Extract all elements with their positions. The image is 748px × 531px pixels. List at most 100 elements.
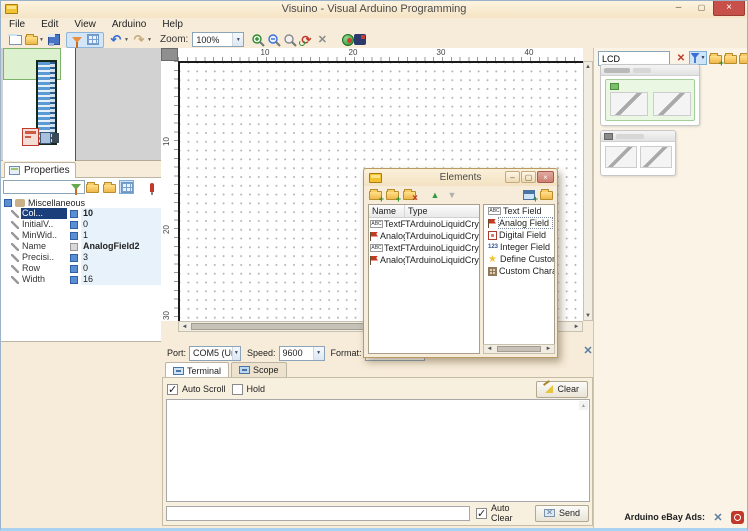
dialog-maximize-button[interactable]: ▢ xyxy=(521,171,536,183)
delete-icon[interactable] xyxy=(314,33,330,47)
auto-scroll-checkbox[interactable] xyxy=(167,384,178,395)
tab-scope[interactable]: Scope xyxy=(231,362,287,377)
property-category[interactable]: Miscellaneous xyxy=(1,197,161,208)
dialog-minimize-button[interactable]: – xyxy=(505,171,520,183)
element-row[interactable]: TextField1 TArduinoLiquidCrystal... xyxy=(369,218,479,230)
property-row[interactable]: MinWid.. 1 xyxy=(1,230,161,241)
scroll-down-icon[interactable]: ▼ xyxy=(583,311,594,320)
canvas-vertical-scrollbar[interactable]: ▲ ▼ xyxy=(583,61,593,321)
palette-item-selected[interactable]: Analog Field xyxy=(484,217,554,229)
scroll-right-icon[interactable]: ► xyxy=(543,345,554,354)
component-thumbnail[interactable] xyxy=(653,92,691,116)
auto-clear-checkbox[interactable] xyxy=(476,508,487,519)
menu-arduino[interactable]: Arduino xyxy=(104,19,154,30)
clear-search-icon[interactable] xyxy=(674,51,688,65)
column-type[interactable]: Type xyxy=(405,205,479,217)
filter-toggle-icon[interactable] xyxy=(69,33,85,47)
palette-item[interactable]: Text Field xyxy=(484,205,554,217)
column-name[interactable]: Name xyxy=(369,205,405,217)
scroll-up-icon[interactable]: ▲ xyxy=(583,62,594,71)
category-expander-icon[interactable] xyxy=(4,199,12,207)
scroll-left-icon[interactable]: ◄ xyxy=(179,322,190,331)
component-card-lcd[interactable] xyxy=(600,64,700,126)
speed-combobox[interactable]: 9600 ▼ xyxy=(279,346,325,361)
undo-icon[interactable] xyxy=(108,33,124,47)
palette-horizontal-scrollbar[interactable]: ◄ ► xyxy=(483,344,555,354)
property-row[interactable]: Row 0 xyxy=(1,263,161,274)
delete-element-icon[interactable] xyxy=(402,188,416,201)
ads-settings-icon[interactable] xyxy=(711,510,725,524)
component-thumbnail[interactable] xyxy=(605,146,637,168)
open-project-icon[interactable] xyxy=(23,33,39,47)
property-row[interactable]: Precisi.. 3 xyxy=(1,252,161,263)
move-down-icon[interactable] xyxy=(445,188,459,201)
component-card-displays[interactable] xyxy=(600,130,676,176)
project-minimap[interactable] xyxy=(1,48,161,161)
send-input[interactable] xyxy=(166,506,470,521)
filter-mode-icon[interactable]: ▼ xyxy=(689,51,707,65)
property-value[interactable]: 1 xyxy=(81,230,161,241)
property-value[interactable]: 3 xyxy=(81,252,161,263)
insert-element-icon[interactable] xyxy=(385,188,399,201)
element-row[interactable]: TextField2 TArduinoLiquidCrystal... xyxy=(369,242,479,254)
scroll-thumb[interactable] xyxy=(497,346,541,352)
palette-item[interactable]: Digital Field xyxy=(484,229,554,241)
property-value[interactable]: 16 xyxy=(81,274,161,285)
tab-terminal[interactable]: Terminal xyxy=(165,362,229,378)
output-scroll-up-icon[interactable]: ▲ xyxy=(579,401,588,410)
maximize-button[interactable]: ▢ xyxy=(690,1,713,16)
palette-item[interactable]: Define Custom Chara xyxy=(484,253,554,265)
clear-button[interactable]: Clear xyxy=(536,381,588,398)
zoom-out-icon[interactable] xyxy=(266,33,282,47)
folder-add-icon[interactable] xyxy=(708,51,722,65)
save-icon[interactable] xyxy=(46,33,62,47)
property-row[interactable]: Name AnalogField2 xyxy=(1,241,161,252)
property-value[interactable]: 0 xyxy=(81,219,161,230)
close-button[interactable]: × xyxy=(713,1,745,16)
redo-dropdown-icon[interactable]: ▼ xyxy=(147,37,154,43)
elements-dialog-titlebar[interactable]: Elements – ▢ × xyxy=(364,169,557,186)
ads-stop-icon[interactable] xyxy=(731,511,744,524)
hold-checkbox[interactable] xyxy=(232,384,243,395)
property-row[interactable]: InitialV.. 0 xyxy=(1,219,161,230)
undo-dropdown-icon[interactable]: ▼ xyxy=(124,37,131,43)
zoom-in-icon[interactable] xyxy=(250,33,266,47)
properties-collapse-icon[interactable] xyxy=(102,180,117,194)
expand-all-icon[interactable] xyxy=(522,188,536,201)
grid-toggle-icon[interactable] xyxy=(85,33,101,47)
add-element-icon[interactable] xyxy=(368,188,382,201)
property-value[interactable]: AnalogField2 xyxy=(81,241,161,252)
palette-item[interactable]: Custom Character Fi xyxy=(484,265,554,277)
refresh-icon[interactable] xyxy=(298,33,314,47)
properties-pin-icon[interactable] xyxy=(144,180,159,194)
properties-expand-icon[interactable] xyxy=(85,180,100,194)
port-dropdown-icon[interactable]: ▼ xyxy=(232,347,240,360)
new-project-icon[interactable] xyxy=(7,33,23,47)
zoom-combobox[interactable]: 100% ▼ xyxy=(192,32,244,47)
property-row[interactable]: Width 16 xyxy=(1,274,161,285)
properties-funnel-icon[interactable] xyxy=(68,180,83,194)
property-value[interactable]: 10 xyxy=(81,208,161,219)
terminal-output[interactable]: ▲ xyxy=(166,399,590,502)
serial-settings-icon[interactable] xyxy=(581,343,595,357)
component-thumbnail[interactable] xyxy=(610,92,648,116)
folder-collapse-icon[interactable] xyxy=(738,51,748,65)
elements-dialog[interactable]: Elements – ▢ × Name Type TextField xyxy=(363,168,558,358)
element-row[interactable]: Analog... TArduinoLiquidCrystal... xyxy=(369,230,479,242)
globe-icon[interactable] xyxy=(342,34,354,46)
zoom-reset-icon[interactable] xyxy=(282,33,298,47)
move-up-icon[interactable] xyxy=(428,188,442,201)
component-thumbnail[interactable] xyxy=(640,146,672,168)
minimize-button[interactable]: – xyxy=(667,1,690,16)
port-combobox[interactable]: COM5 (Unav ▼ xyxy=(189,346,241,361)
send-button[interactable]: Send xyxy=(535,505,589,522)
redo-icon[interactable] xyxy=(131,33,147,47)
menu-edit[interactable]: Edit xyxy=(33,19,66,30)
open-dropdown-icon[interactable]: ▼ xyxy=(39,37,46,43)
menu-help[interactable]: Help xyxy=(154,19,191,30)
folder-expand-icon[interactable] xyxy=(723,51,737,65)
scroll-left-icon[interactable]: ◄ xyxy=(484,345,495,354)
zoom-dropdown-icon[interactable]: ▼ xyxy=(232,33,243,46)
package-icon[interactable] xyxy=(354,34,366,45)
palette-item[interactable]: 123 Integer Field xyxy=(484,241,554,253)
